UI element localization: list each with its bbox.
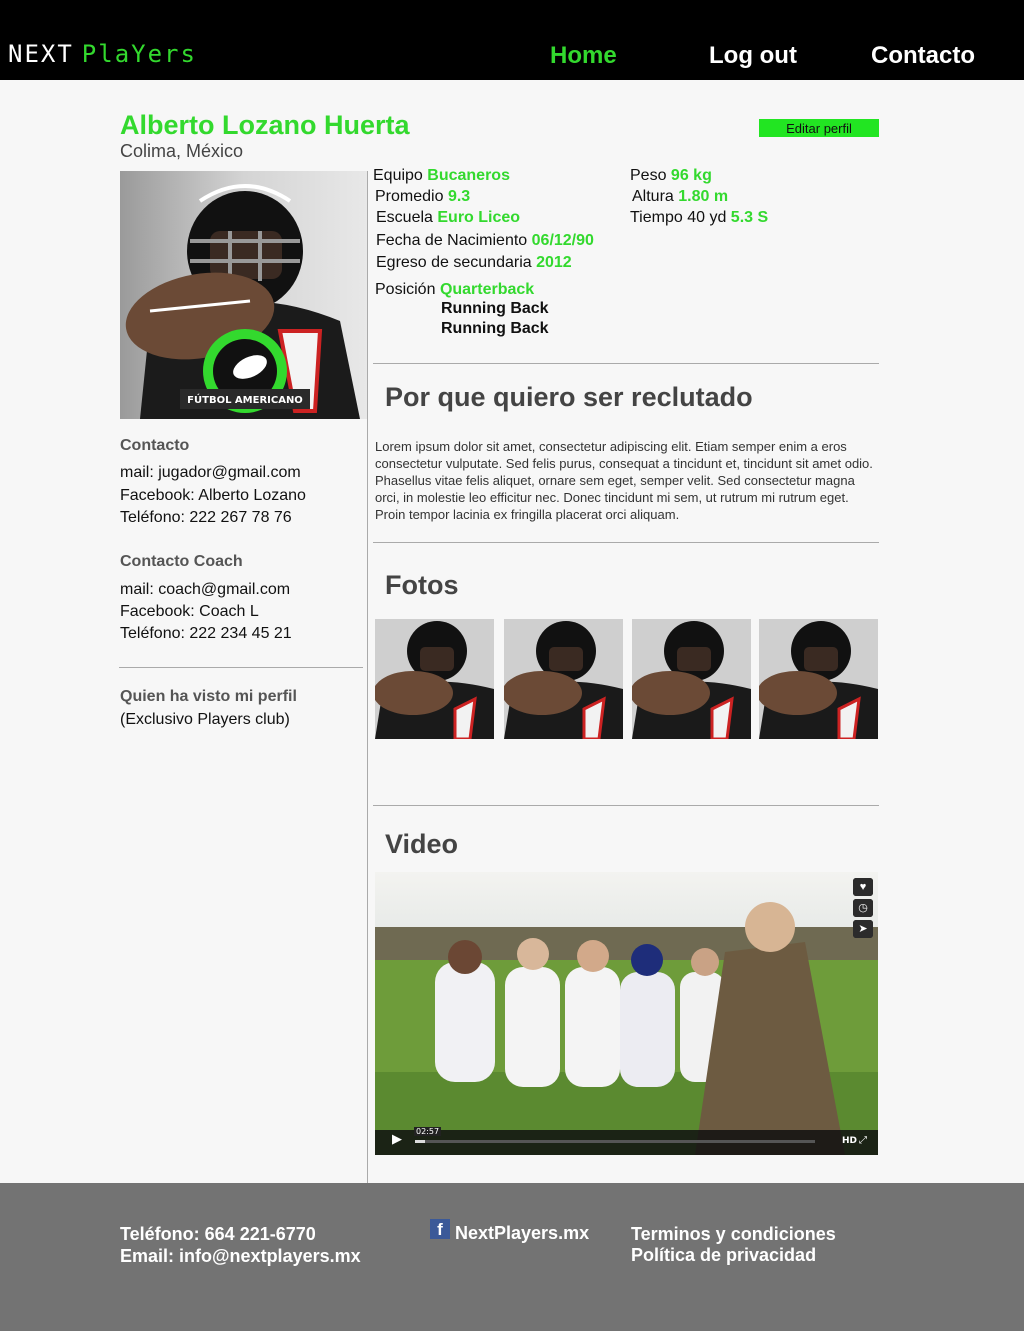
photo-thumbnail[interactable] <box>759 619 878 739</box>
column-divider <box>367 171 368 1183</box>
logo-text-next: NEXT <box>8 40 74 68</box>
fullscreen-icon[interactable]: ⤢ <box>859 1135 867 1146</box>
contact-title: Contacto <box>120 437 190 454</box>
stat-escuela-label: Escuela <box>376 209 433 226</box>
photo-thumbnail[interactable] <box>375 619 494 739</box>
stat-equipo-label: Equipo <box>373 167 423 184</box>
stat-nacimiento-label: Fecha de Nacimiento <box>376 232 528 249</box>
stat-posicion-value-1: Quarterback <box>439 281 535 298</box>
left-divider <box>119 667 363 668</box>
video-share-icon[interactable]: ➤ <box>853 920 873 938</box>
next-players-logo[interactable]: NEXT PlaYers <box>8 40 197 68</box>
stat-promedio-label: Promedio <box>375 188 444 205</box>
footer-phone: Teléfono: 664 221-6770 <box>120 1224 316 1244</box>
footer-privacy-link[interactable]: Política de privacidad <box>631 1245 816 1266</box>
stat-nacimiento-value: 06/12/90 <box>531 232 594 249</box>
stat-promedio: Promedio 9.3 <box>375 188 470 206</box>
video-watch-later-icon[interactable]: ◷ <box>853 899 873 917</box>
video-like-icon[interactable]: ♥ <box>853 878 873 896</box>
stat-egreso-label: Egreso de secundaria <box>376 254 532 271</box>
logo-text-players: PlaYers <box>81 40 197 68</box>
stat-posicion-value-2: Running Back <box>441 300 549 317</box>
stat-altura-value: 1.80 m <box>678 188 729 205</box>
nav-home-link[interactable]: Home <box>550 42 617 70</box>
video-player[interactable] <box>375 872 878 1155</box>
stat-tiempo-value: 5.3 S <box>730 209 769 226</box>
photo-thumbnail[interactable] <box>632 619 751 739</box>
stat-peso: Peso 96 kg <box>630 167 712 185</box>
profile-photo: FÚTBOL AMERICANO <box>120 171 368 419</box>
stat-equipo: Equipo Bucaneros <box>373 167 510 185</box>
stat-posicion: Posición Quarterback <box>375 281 534 299</box>
footer-facebook-link[interactable]: NextPlayers.mx <box>455 1223 589 1244</box>
photos-title: Fotos <box>385 570 459 600</box>
visits-note: (Exclusivo Players club) <box>120 711 290 728</box>
stat-peso-value: 96 kg <box>670 167 712 184</box>
stat-posicion-value-3: Running Back <box>441 320 549 337</box>
contact-facebook: Facebook: Alberto Lozano <box>120 487 306 504</box>
edit-profile-button[interactable]: Editar perfil <box>759 119 879 137</box>
section-divider-1 <box>373 363 879 364</box>
video-play-icon[interactable]: ▶ <box>392 1131 402 1147</box>
video-title: Video <box>385 829 459 859</box>
stat-nacimiento: Fecha de Nacimiento 06/12/90 <box>376 232 594 250</box>
section-divider-3 <box>373 805 879 806</box>
coach-phone: Teléfono: 222 234 45 21 <box>120 625 292 642</box>
facebook-icon[interactable]: f <box>430 1219 450 1239</box>
stat-egreso-value: 2012 <box>536 254 572 271</box>
stat-escuela: Escuela Euro Liceo <box>376 209 520 227</box>
photo-badge-text: FÚTBOL AMERICANO <box>187 393 303 406</box>
coach-contact-title: Contacto Coach <box>120 553 243 570</box>
stat-altura-label: Altura <box>632 188 674 205</box>
stat-tiempo-label: Tiempo 40 yd <box>630 209 727 226</box>
photo-thumbnail[interactable] <box>504 619 623 739</box>
stat-altura: Altura 1.80 m <box>632 188 728 206</box>
stat-peso-label: Peso <box>630 167 667 184</box>
coach-facebook: Facebook: Coach L <box>120 603 259 620</box>
contact-mail: mail: jugador@gmail.com <box>120 464 301 481</box>
contact-phone: Teléfono: 222 267 78 76 <box>120 509 292 526</box>
section-divider-2 <box>373 542 879 543</box>
stat-egreso: Egreso de secundaria 2012 <box>376 254 572 272</box>
stat-equipo-value: Bucaneros <box>427 167 510 184</box>
stat-promedio-value: 9.3 <box>447 188 471 205</box>
player-name: Alberto Lozano Huerta <box>120 110 410 140</box>
video-hd-toggle[interactable]: HD <box>842 1136 857 1146</box>
top-navbar: NEXT PlaYers Home Log out Contacto <box>0 0 1024 80</box>
why-recruit-text: Lorem ipsum dolor sit amet, consectetur … <box>375 439 873 522</box>
stat-posicion-label: Posición <box>375 281 436 298</box>
nav-logout-link[interactable]: Log out <box>709 42 797 70</box>
player-location: Colima, México <box>120 141 244 161</box>
coach-mail: mail: coach@gmail.com <box>120 581 291 598</box>
why-recruit-title: Por que quiero ser reclutado <box>385 382 753 412</box>
footer-terms-link[interactable]: Terminos y condiciones <box>631 1224 836 1245</box>
nav-contacto-link[interactable]: Contacto <box>871 42 975 70</box>
visits-title[interactable]: Quien ha visto mi perfil <box>120 688 297 706</box>
stat-escuela-value: Euro Liceo <box>437 209 521 226</box>
footer-email[interactable]: Email: info@nextplayers.mx <box>120 1246 361 1267</box>
stat-tiempo: Tiempo 40 yd 5.3 S <box>630 209 768 227</box>
video-time: 02:57 <box>414 1127 442 1136</box>
